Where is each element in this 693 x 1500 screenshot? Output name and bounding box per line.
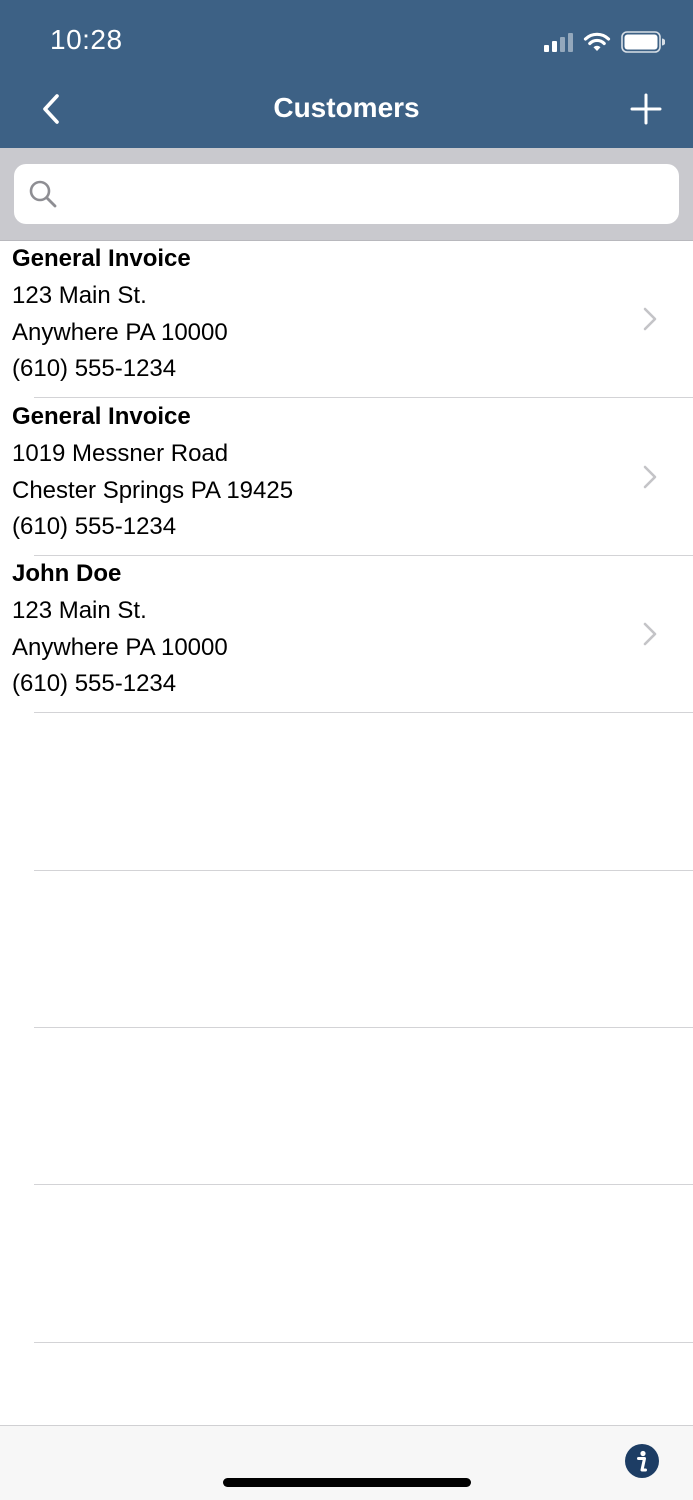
search-input[interactable] [68, 178, 658, 210]
row-separator [34, 712, 693, 713]
chevron-right-icon [643, 465, 657, 488]
chevron-right-icon [643, 307, 657, 331]
status-icons [544, 26, 665, 58]
customer-row[interactable]: General Invoice 123 Main St. Anywhere PA… [0, 241, 693, 399]
customer-name: John Doe [12, 560, 122, 587]
customer-address-line2: Chester Springs PA 19425 [12, 476, 294, 504]
customer-name: General Invoice [12, 402, 191, 430]
customer-address-line1: 1019 Messner Road [12, 439, 229, 467]
row-separator [34, 1027, 693, 1028]
cellular-signal-icon [544, 32, 573, 52]
customer-row[interactable]: General Invoice 1019 Messner Road Cheste… [0, 399, 693, 557]
row-separator [34, 555, 693, 556]
home-indicator [223, 1478, 471, 1487]
customer-phone: (610) 555-1234 [12, 670, 177, 697]
status-time: 10:28 [50, 24, 123, 55]
chevron-right-icon [643, 622, 657, 646]
search-icon [28, 179, 58, 209]
back-button[interactable] [28, 86, 74, 132]
info-icon [637, 1450, 647, 1472]
customer-phone: (610) 555-1234 [12, 355, 177, 382]
info-button[interactable] [625, 1444, 659, 1478]
row-separator [34, 1342, 693, 1343]
chevron-left-icon [43, 94, 59, 124]
row-separator [34, 870, 693, 871]
add-customer-button[interactable] [623, 86, 669, 132]
customer-row[interactable]: John Doe 123 Main St. Anywhere PA 10000 … [0, 556, 693, 714]
navigation-header: 10:28 Customers [0, 0, 693, 148]
row-separator [34, 1184, 693, 1185]
row-separator [34, 397, 693, 398]
customer-phone: (610) 555-1234 [12, 512, 177, 540]
customer-name: General Invoice [12, 245, 191, 272]
search-bar [0, 148, 693, 241]
customer-address-line2: Anywhere PA 10000 [12, 319, 228, 346]
customer-address-line1: 123 Main St. [12, 282, 147, 309]
page-title: Customers [273, 92, 420, 123]
battery-icon [621, 31, 665, 53]
customer-address-line1: 123 Main St. [12, 597, 147, 624]
search-field[interactable] [14, 164, 679, 224]
customer-list: General Invoice 123 Main St. Anywhere PA… [0, 241, 693, 714]
customer-address-line2: Anywhere PA 10000 [12, 634, 228, 661]
wifi-icon [583, 32, 611, 51]
plus-icon [630, 93, 662, 125]
bottom-toolbar [0, 1425, 693, 1500]
